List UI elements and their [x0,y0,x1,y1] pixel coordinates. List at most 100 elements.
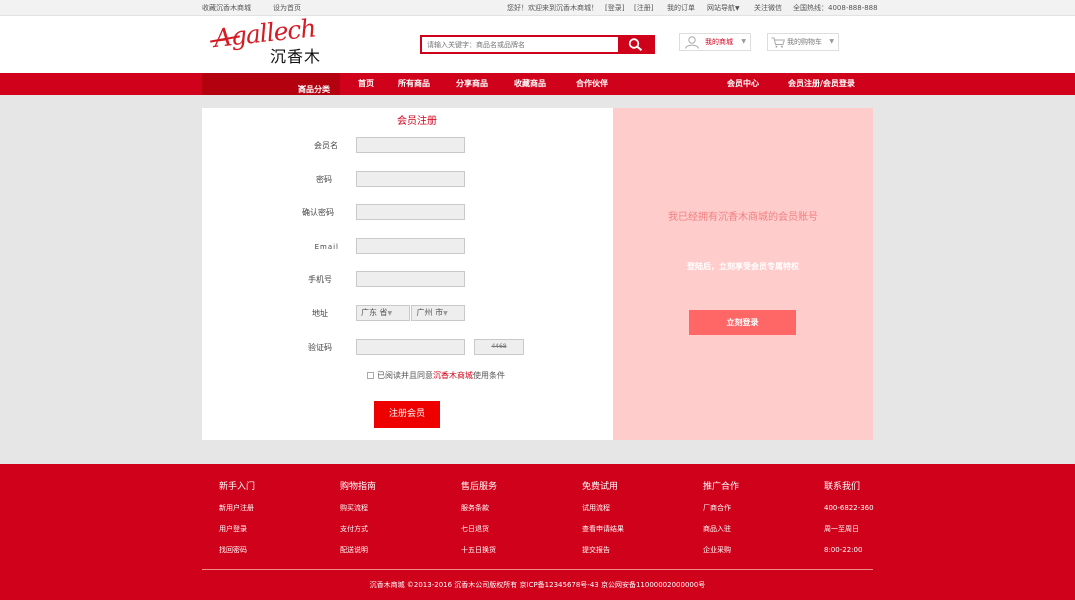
footer-link[interactable]: 商品入驻 [703,525,739,534]
login-panel: 我已经拥有沉香木商城的会员账号 登陆后，立刻享受会员专属特权 立刻登录 [613,108,873,440]
footer-link[interactable]: 用户登录 [219,525,255,534]
footer-link[interactable]: 服务条款 [461,504,497,513]
contact-phone: 400-6822-360 [824,504,874,512]
header: Agallech 沉香木 我的商城 ▼ 我的购物车 ▼ [0,13,1075,73]
footer-col-partnership: 推广合作 厂商合作 商品入驻 企业采购 [703,482,739,567]
welcome-text: 您好！欢迎来到沉香木商城！ [507,4,598,12]
site-nav-label: 网站导航 [707,4,735,12]
chevron-down-icon: ▼ [829,38,834,45]
site-nav-menu[interactable]: 网站导航▼ [707,4,740,13]
province-select[interactable]: 广东 省▼ [356,305,410,321]
footer-link[interactable]: 七日退货 [461,525,497,534]
footer-link[interactable]: 购买流程 [340,504,376,513]
footer-link[interactable]: 找回密码 [219,546,255,555]
nav-item-share[interactable]: 分享商品 [456,79,488,89]
confirm-password-input[interactable] [356,204,465,220]
top-bar: 收藏沉香木商城 设为首页 您好！欢迎来到沉香木商城！ [登录] [注册] 我的订… [0,0,1075,16]
search-button[interactable] [618,35,653,54]
register-submit-button[interactable]: 注册会员 [374,401,440,428]
nav-item-partners[interactable]: 合作伙伴 [576,79,608,89]
my-orders-link[interactable]: 我的订单 [667,4,695,13]
password-input[interactable] [356,171,465,187]
footer-heading: 新手入门 [219,482,256,492]
copyright-text: 沉香木商城 ©2013-2016 沉香木公司版权所有 京ICP备12345678… [369,581,706,589]
footer-link[interactable]: 查看申请结果 [582,525,624,534]
email-input[interactable] [356,238,465,254]
footer-col-shopping-guide: 购物指南 购买流程 支付方式 配送说明 [340,482,376,567]
category-menu[interactable]: 商品分类 ﹀ [202,73,340,95]
footer-heading: 免费试用 [582,482,619,492]
my-store-button[interactable]: 我的商城 ▼ [679,33,751,51]
captcha-label: 验证码 [308,343,332,352]
city-text: 广州 市 [416,308,444,317]
footer-link[interactable]: 厂商合作 [703,504,739,513]
contact-days: 周一至周日 [824,525,859,533]
login-link[interactable]: [登录] [605,4,624,13]
city-select[interactable]: 广州 市▼ [411,305,465,321]
hotline-text: 全国热线：4008-888-888 [793,4,878,12]
user-icon [685,36,699,49]
footer-link[interactable]: 十五日换货 [461,546,497,555]
footer-col-beginner: 新手入门 新用户注册 用户登录 找回密码 [219,482,255,567]
captcha-image[interactable]: 4468 [474,339,524,355]
login-panel-title: 我已经拥有沉香木商城的会员账号 [668,212,818,223]
register-link[interactable]: [注册] [634,4,653,13]
wechat-link[interactable]: 关注微信 [754,4,782,13]
username-label: 会员名 [314,141,338,150]
footer-heading: 售后服务 [461,482,498,492]
agree-prefix: 已阅读并且同意 [377,371,433,380]
login-now-button[interactable]: 立刻登录 [689,310,796,335]
footer-col-contact: 联系我们 400-6822-360 周一至周日 8:00-22:00 [824,482,874,567]
login-panel-subtitle: 登陆后，立刻享受会员专属特权 [687,262,799,271]
register-title: 会员注册 [397,116,437,127]
province-value: 广东 省 [361,308,388,317]
site-logo[interactable]: Agallech 沉香木 [210,13,330,68]
captcha-input[interactable] [356,339,465,355]
email-label: Email [314,243,339,251]
footer-link[interactable]: 提交报告 [582,546,624,555]
cart-icon [771,37,785,48]
search-icon [628,38,643,51]
my-store-label: 我的商城 [705,38,733,46]
search-box [420,35,655,54]
nav-item-all-products[interactable]: 所有商品 [398,79,430,89]
footer-link[interactable]: 试用流程 [582,504,624,513]
footer-divider [202,569,873,570]
phone-input[interactable] [356,271,465,287]
terms-link[interactable]: 沉香木商城 [433,371,473,380]
chevron-down-icon: ▼ [741,38,746,45]
address-label: 地址 [312,309,328,318]
footer-link[interactable]: 支付方式 [340,525,376,534]
nav-item-favorites[interactable]: 收藏商品 [514,79,546,89]
agree-terms: 已阅读并且同意沉香木商城使用条件 [367,371,505,381]
footer-link[interactable]: 配送说明 [340,546,376,555]
nav-item-home[interactable]: 首页 [358,79,374,89]
nav-item-register-login[interactable]: 会员注册/会员登录 [788,79,855,89]
search-input[interactable] [422,37,620,52]
footer-col-after-sales: 售后服务 服务条款 七日退货 十五日换货 [461,482,497,567]
register-form: 会员注册 会员名 密码 确认密码 Email 手机号 地址 广东 省▼ 广州 市… [202,108,613,440]
phone-label: 手机号 [308,275,332,284]
footer-link[interactable]: 新用户注册 [219,504,255,513]
username-input[interactable] [356,137,465,153]
footer-link[interactable]: 企业采购 [703,546,739,555]
footer: 新手入门 新用户注册 用户登录 找回密码 购物指南 购买流程 支付方式 配送说明… [0,464,1075,600]
confirm-password-label: 确认密码 [302,208,334,217]
footer-heading: 购物指南 [340,482,377,492]
bookmark-link[interactable]: 收藏沉香木商城 [202,4,251,13]
cart-label: 我的购物车 [787,38,822,46]
footer-heading: 联系我们 [824,482,861,492]
set-homepage-link[interactable]: 设为首页 [273,4,301,13]
footer-col-free-trial: 免费试用 试用流程 查看申请结果 提交报告 [582,482,624,567]
logo-cn-text: 沉香木 [270,47,322,66]
footer-heading: 推广合作 [703,482,740,492]
main-nav: 商品分类 ﹀ 首页 所有商品 分享商品 收藏商品 合作伙伴 会员中心 会员注册/会… [0,73,1075,95]
agree-suffix: 使用条件 [473,371,505,380]
contact-hours: 8:00-22:00 [824,546,863,554]
nav-item-member-center[interactable]: 会员中心 [727,79,759,89]
triangle-down-icon: ▼ [735,5,740,12]
agree-checkbox[interactable] [367,372,374,379]
cart-button[interactable]: 我的购物车 ▼ [767,33,839,51]
triangle-down-icon: ▼ [443,310,448,317]
chevron-down-icon: ﹀ [298,85,306,94]
